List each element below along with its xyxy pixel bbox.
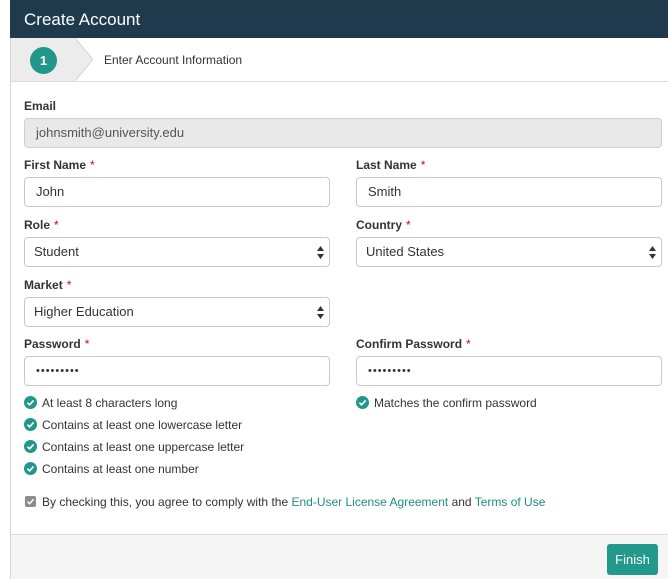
password-input[interactable]: ••••••••• [24,356,330,386]
select-caret-icon [317,246,324,259]
country-label: Country * [356,218,411,232]
check-circle-icon [24,440,37,453]
confirm-password-label: Confirm Password * [356,337,471,351]
step-1-tab: 1 [11,38,75,81]
agreement-text: By checking this, you agree to comply wi… [42,495,546,509]
required-marker: * [66,278,72,292]
confirm-password-input[interactable]: ••••••••• [356,356,662,386]
first-name-label: First Name * [24,158,95,172]
required-marker: * [54,218,59,232]
dialog-footer: Finish [11,534,668,579]
window-titlebar: Create Account [10,0,668,38]
role-select[interactable]: Student [24,237,330,267]
email-field: johnsmith@university.edu [24,118,662,148]
check-circle-icon [24,462,37,475]
step-chevron-icon [75,38,93,81]
check-circle-icon [24,396,37,409]
market-select[interactable]: Higher Education [24,297,330,327]
frame-border [10,38,11,579]
required-marker: * [466,337,471,351]
password-label: Password * [24,337,90,351]
eula-link[interactable]: End-User License Agreement [291,495,448,509]
select-caret-icon [317,306,324,319]
select-caret-icon [649,246,656,259]
role-label: Role * [24,218,59,232]
first-name-input[interactable]: John [24,177,330,207]
last-name-label: Last Name * [356,158,426,172]
check-circle-icon [356,396,369,409]
required-marker: * [84,337,90,351]
required-marker: * [406,218,411,232]
step-number-badge: 1 [30,47,57,74]
window-title: Create Account [24,10,141,29]
email-label: Email [24,99,57,113]
required-marker: * [90,158,95,172]
market-label: Market * [24,278,72,292]
required-marker: * [420,158,426,172]
last-name-input[interactable]: Smith [356,177,662,207]
step-label: Enter Account Information [104,53,243,67]
step-bar: 1 Enter Account Information [11,38,668,82]
terms-of-use-link[interactable]: Terms of Use [475,495,546,509]
country-select[interactable]: United States [356,237,662,267]
agreement-checkbox[interactable] [25,496,36,507]
check-circle-icon [24,418,37,431]
finish-button[interactable]: Finish [607,544,658,575]
